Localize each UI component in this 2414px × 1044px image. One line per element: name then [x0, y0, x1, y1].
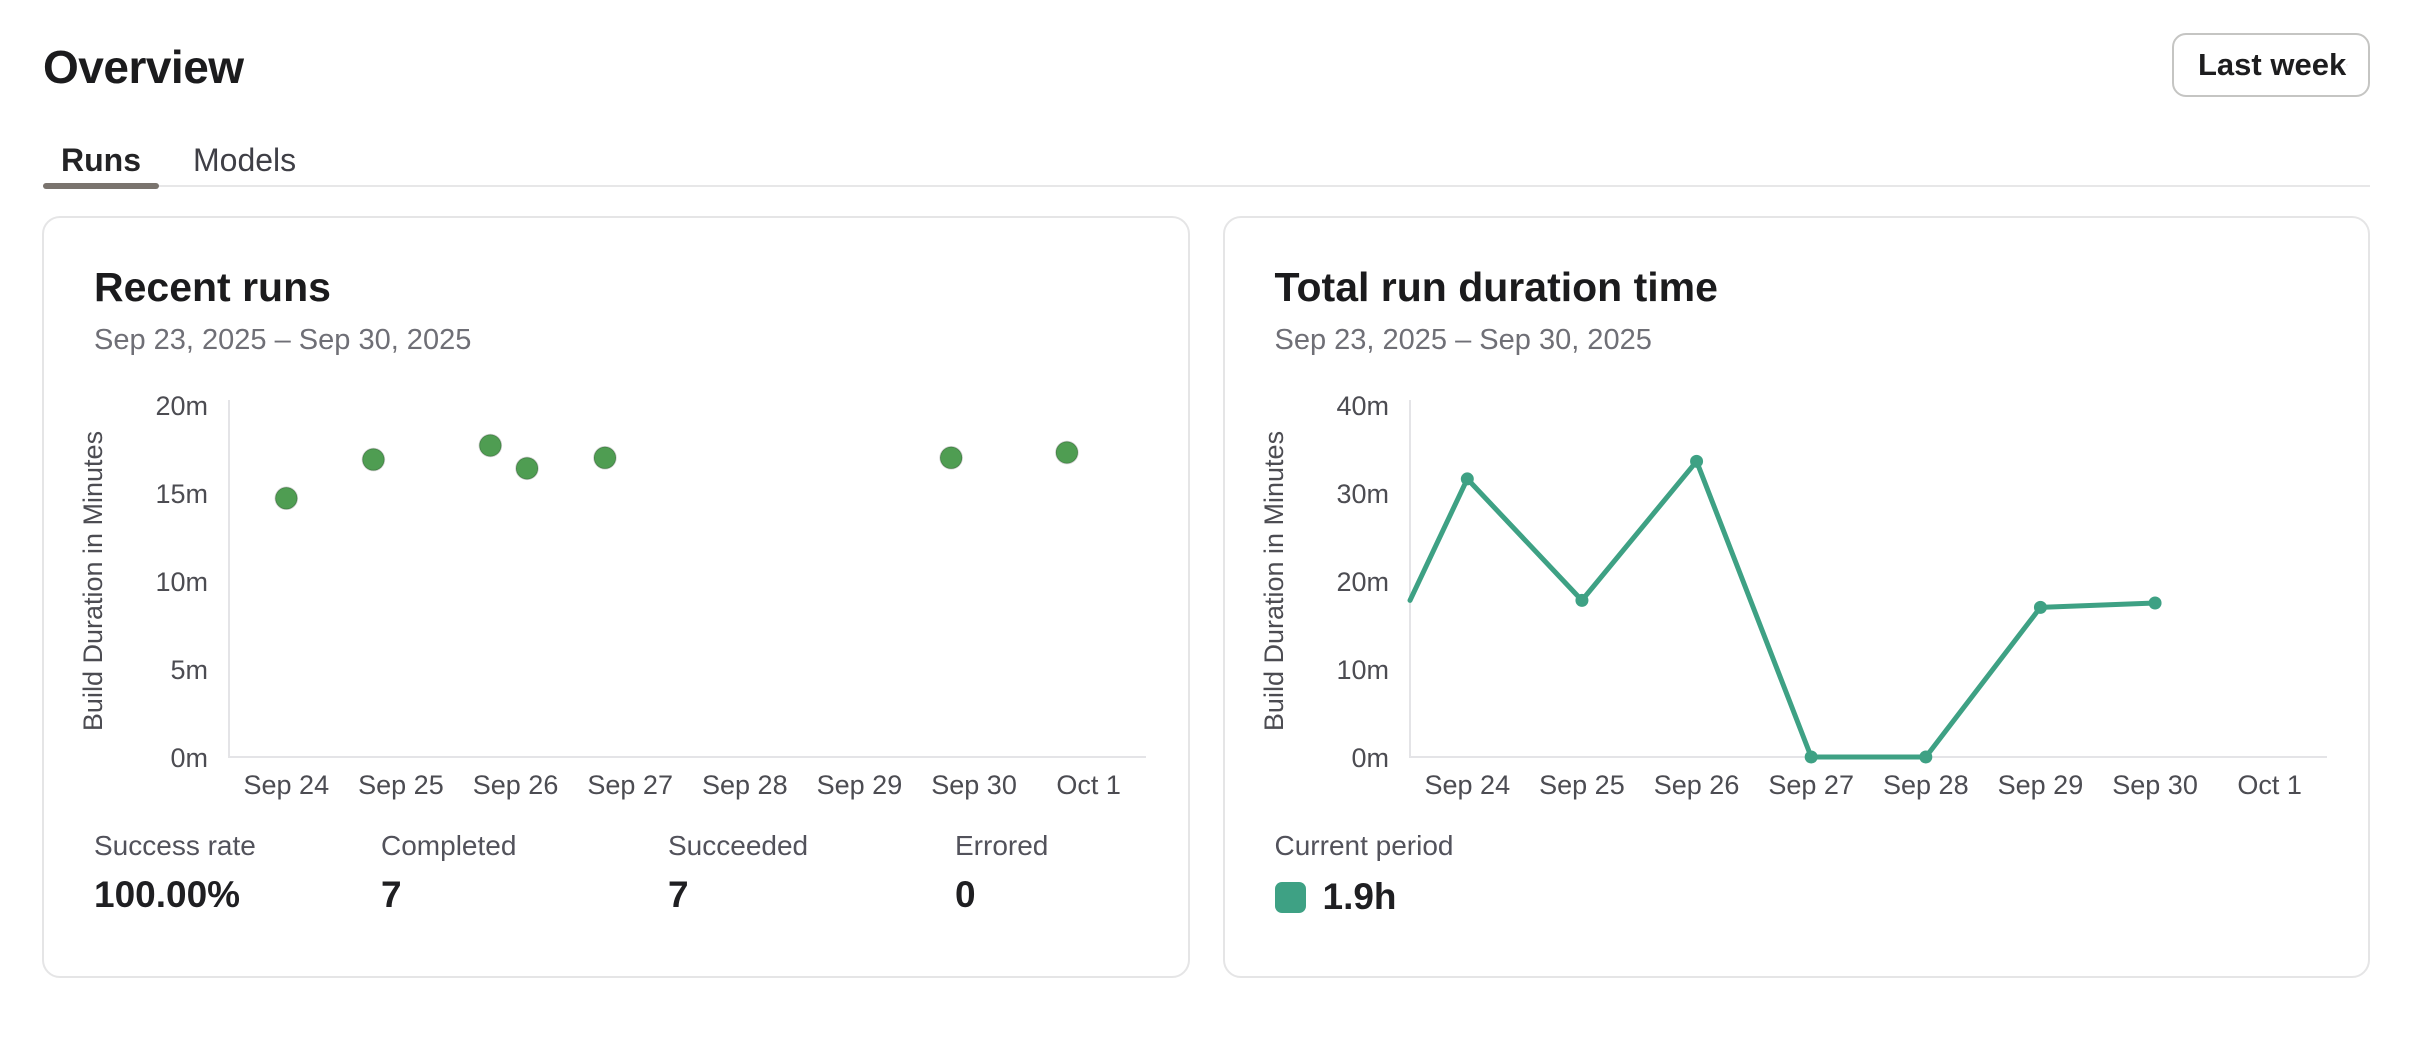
tab-runs[interactable]: Runs — [43, 136, 159, 185]
tabs: Runs Models — [43, 136, 2370, 187]
line-data-point[interactable] — [1575, 594, 1588, 607]
stat-success-rate: Success rate 100.00% — [94, 830, 381, 916]
x-tick-label: Sep 27 — [1768, 770, 1854, 800]
y-tick-label: 10m — [155, 567, 208, 597]
y-axis-title: Build Duration in Minutes — [78, 431, 108, 731]
stat-value: 100.00% — [94, 874, 381, 916]
x-tick-label: Sep 25 — [358, 770, 444, 800]
line-data-point[interactable] — [2033, 601, 2046, 614]
stat-value: 7 — [381, 874, 668, 916]
x-tick-label: Sep 26 — [1653, 770, 1739, 800]
stat-completed: Completed 7 — [381, 830, 668, 916]
total-run-duration-date-range: Sep 23, 2025 – Sep 30, 2025 — [1275, 324, 1652, 357]
stat-label: Succeeded — [668, 830, 955, 862]
tab-models[interactable]: Models — [175, 136, 314, 185]
current-period-swatch — [1275, 882, 1306, 913]
x-tick-label: Sep 24 — [1424, 770, 1510, 800]
run-data-point[interactable] — [940, 447, 962, 469]
y-tick-label: 5m — [170, 655, 208, 685]
x-tick-label: Sep 28 — [702, 770, 788, 800]
run-data-point[interactable] — [516, 457, 538, 479]
y-tick-label: 0m — [1351, 743, 1389, 773]
x-tick-label: Sep 29 — [817, 770, 903, 800]
y-tick-label: 20m — [1336, 567, 1389, 597]
recent-runs-scatter-chart[interactable]: 0m 5m 10m 15m 20m Sep 24 Sep 25 Sep 26 Sep 27 Sep… — [44, 382, 1188, 822]
x-tick-label: Sep 29 — [1997, 770, 2083, 800]
total-run-duration-card: Total run duration time Sep 23, 2025 – S… — [1223, 216, 2371, 978]
line-data-point[interactable] — [2148, 597, 2161, 610]
x-tick-label: Sep 30 — [931, 770, 1017, 800]
x-tick-label: Oct 1 — [2237, 770, 2302, 800]
run-data-point[interactable] — [479, 434, 501, 456]
y-tick-label: 40m — [1336, 391, 1389, 421]
legend-label: Current period — [1275, 830, 1454, 862]
stat-label: Errored — [955, 830, 1242, 862]
run-data-point[interactable] — [275, 487, 297, 509]
tab-models-label: Models — [193, 142, 296, 179]
legend-value: 1.9h — [1323, 876, 1397, 918]
y-tick-label: 15m — [155, 479, 208, 509]
stat-value: 0 — [955, 874, 1242, 916]
run-data-point[interactable] — [362, 449, 384, 471]
x-tick-label: Sep 27 — [587, 770, 673, 800]
recent-runs-date-range: Sep 23, 2025 – Sep 30, 2025 — [94, 324, 471, 357]
total-run-duration-title: Total run duration time — [1275, 264, 1718, 311]
chart-legend: Current period 1.9h — [1275, 830, 1454, 918]
stat-errored: Errored 0 — [955, 830, 1242, 916]
run-data-point[interactable] — [594, 447, 616, 469]
tab-runs-label: Runs — [61, 142, 141, 179]
stat-succeeded: Succeeded 7 — [668, 830, 955, 916]
recent-runs-title: Recent runs — [94, 264, 331, 311]
line-data-point[interactable] — [1804, 751, 1817, 764]
x-tick-label: Sep 26 — [473, 770, 559, 800]
stat-value: 7 — [668, 874, 955, 916]
y-tick-label: 10m — [1336, 655, 1389, 685]
x-tick-label: Sep 30 — [2112, 770, 2198, 800]
y-tick-label: 30m — [1336, 479, 1389, 509]
y-axis-title: Build Duration in Minutes — [1259, 431, 1289, 731]
line-data-point[interactable] — [1460, 472, 1473, 485]
recent-runs-card: Recent runs Sep 23, 2025 – Sep 30, 2025 … — [42, 216, 1190, 978]
x-tick-label: Oct 1 — [1056, 770, 1121, 800]
line-data-point[interactable] — [1919, 751, 1932, 764]
chevron-down-icon — [2346, 51, 2348, 79]
x-tick-label: Sep 25 — [1539, 770, 1625, 800]
total-run-duration-line-chart[interactable]: 0m 10m 20m 30m 40m Sep 24 Sep 25 Sep 26 Sep 27 Se… — [1225, 382, 2369, 822]
stat-label: Success rate — [94, 830, 381, 862]
y-tick-label: 0m — [170, 743, 208, 773]
run-data-point[interactable] — [1056, 442, 1078, 464]
x-tick-label: Sep 28 — [1883, 770, 1969, 800]
cards-row: Recent runs Sep 23, 2025 – Sep 30, 2025 … — [42, 216, 2370, 978]
page-title: Overview — [43, 40, 244, 94]
run-stats: Success rate 100.00% Completed 7 Succeed… — [94, 830, 1242, 916]
period-dropdown-value: Last week — [2198, 47, 2346, 83]
period-dropdown[interactable]: Last week — [2172, 33, 2370, 97]
stat-label: Completed — [381, 830, 668, 862]
line-data-point[interactable] — [1690, 455, 1703, 468]
y-tick-label: 20m — [155, 391, 208, 421]
x-tick-label: Sep 24 — [244, 770, 330, 800]
